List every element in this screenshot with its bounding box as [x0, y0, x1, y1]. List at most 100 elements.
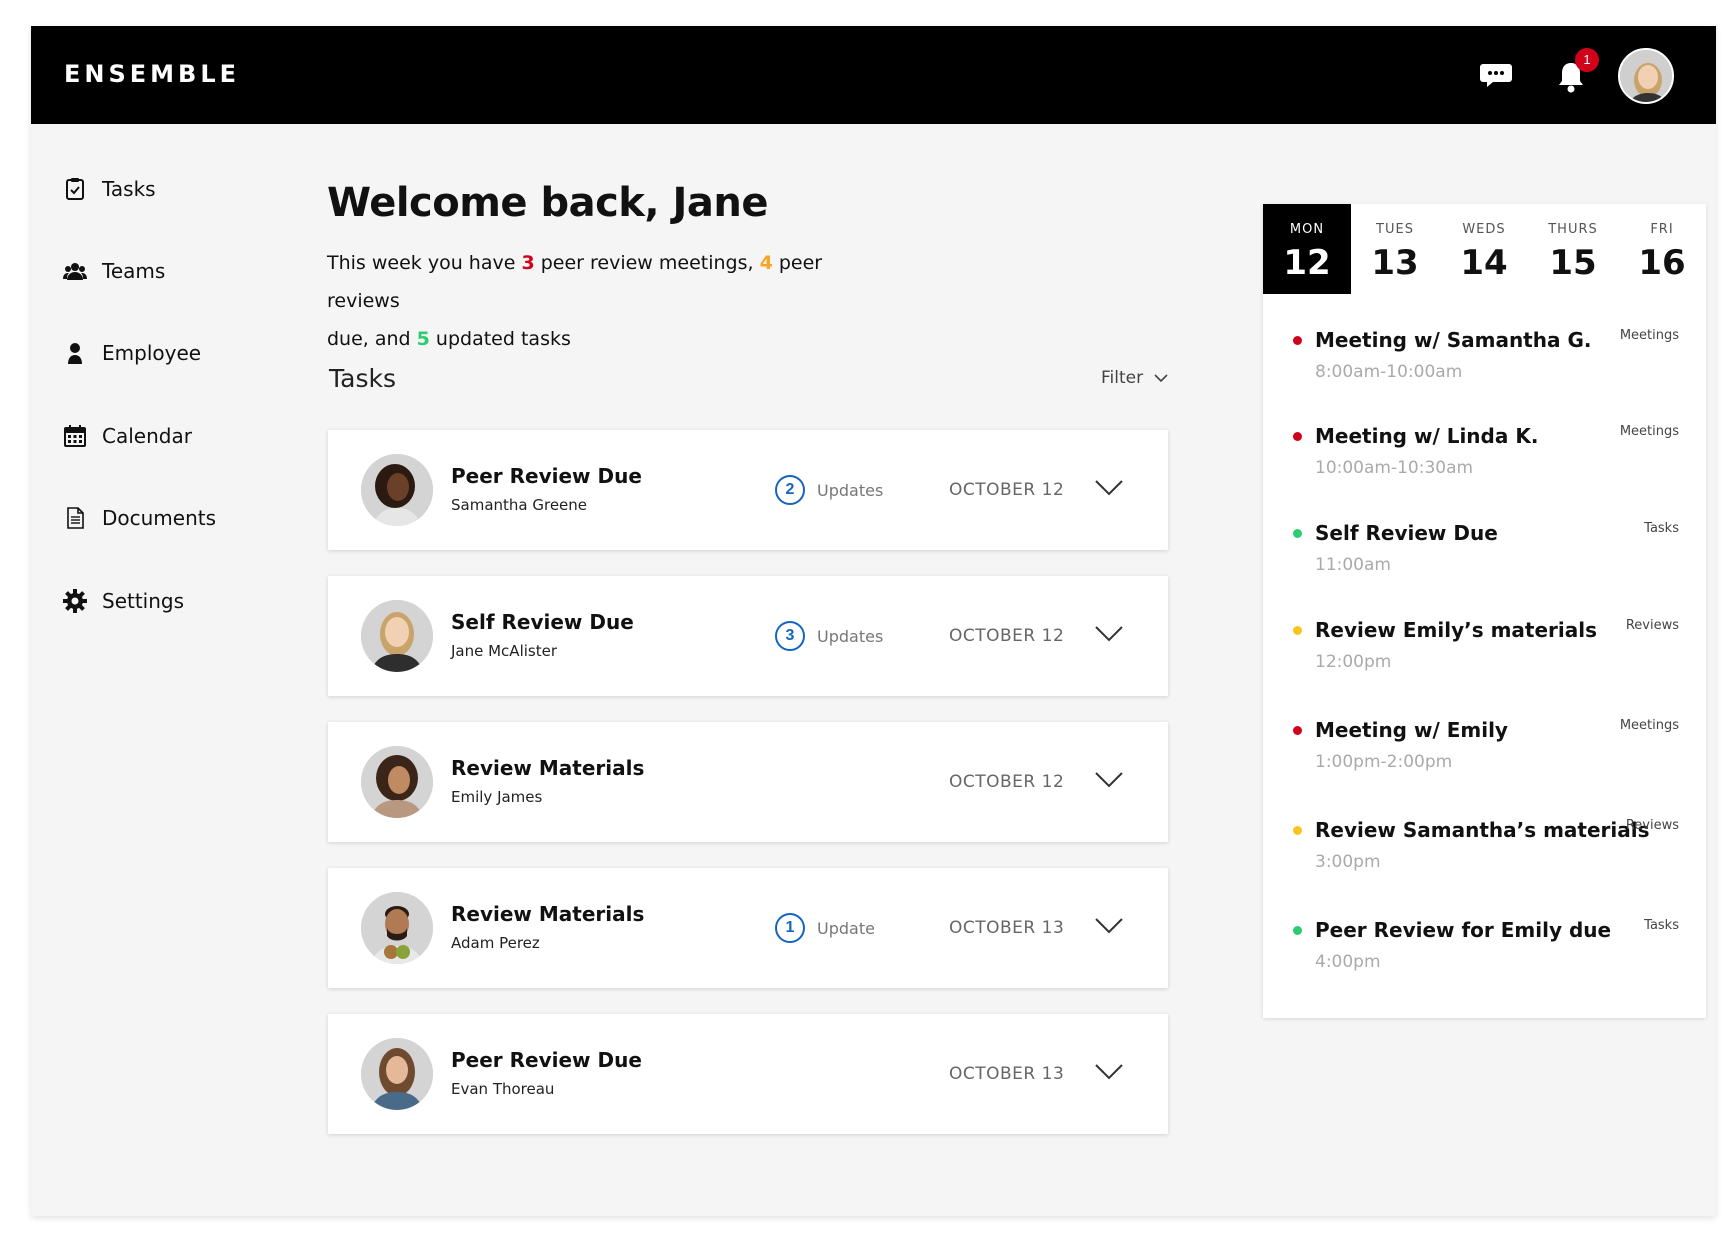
event-tag: Tasks	[1644, 521, 1679, 536]
updates-count: 2	[775, 475, 805, 505]
sidebar-item-calendar[interactable]: Calendar	[63, 420, 192, 452]
day-tab-weds[interactable]: WEDS 14	[1440, 204, 1528, 294]
event-status-dot	[1293, 726, 1302, 735]
clipboard-check-icon	[66, 178, 84, 200]
task-card[interactable]: Peer Review Due Evan Thoreau OCTOBER 13	[328, 1014, 1168, 1134]
week-calendar-panel: MON 12 TUES 13 WEDS 14 THURS 15 FRI 16 M…	[1263, 204, 1706, 1018]
updates-indicator[interactable]: 3 Updates	[775, 621, 883, 651]
day-number: 14	[1460, 243, 1508, 283]
day-name: FRI	[1650, 222, 1674, 237]
sidebar-item-employee[interactable]: Employee	[63, 337, 201, 369]
day-name: MON	[1289, 222, 1325, 237]
avatar	[361, 746, 433, 818]
event-status-dot	[1293, 432, 1302, 441]
avatar	[361, 454, 433, 526]
chevron-down-icon[interactable]	[1094, 916, 1124, 936]
calendar-event[interactable]: Review Samantha’s materials 3:00pm Revie…	[1263, 806, 1706, 886]
sidebar-item-settings[interactable]: Settings	[63, 585, 184, 617]
task-person: Evan Thoreau	[451, 1080, 555, 1098]
sidebar-item-label: Employee	[102, 341, 202, 365]
tasks-count: 5	[416, 328, 430, 350]
sidebar-item-label: Documents	[102, 506, 217, 530]
task-card[interactable]: Peer Review Due Samantha Greene 2 Update…	[328, 430, 1168, 550]
day-tab-thurs[interactable]: THURS 15	[1529, 204, 1617, 294]
filter-label: Filter	[1101, 368, 1144, 388]
calendar-event[interactable]: Meeting w/ Samantha G. 8:00am-10:00am Me…	[1263, 316, 1706, 396]
day-number: 16	[1638, 243, 1686, 283]
event-title: Meeting w/ Linda K.	[1315, 424, 1539, 448]
event-status-dot	[1293, 826, 1302, 835]
event-time: 4:00pm	[1315, 952, 1381, 972]
chevron-down-icon[interactable]	[1094, 1062, 1124, 1082]
sidebar-item-documents[interactable]: Documents	[63, 502, 216, 534]
task-date: OCTOBER 13	[949, 1064, 1065, 1084]
task-date: OCTOBER 12	[949, 626, 1065, 646]
notification-badge: 1	[1575, 48, 1599, 72]
updates-indicator[interactable]: 1 Update	[775, 913, 875, 943]
task-card[interactable]: Self Review Due Jane McAlister 3 Updates…	[328, 576, 1168, 696]
event-tag: Tasks	[1644, 918, 1679, 933]
day-name: WEDS	[1462, 222, 1506, 237]
calendar-event[interactable]: Meeting w/ Linda K. 10:00am-10:30am Meet…	[1263, 412, 1706, 492]
summary-text: This week you have	[327, 252, 522, 274]
day-tab-mon[interactable]: MON 12	[1263, 204, 1351, 294]
event-status-dot	[1293, 926, 1302, 935]
event-tag: Meetings	[1619, 328, 1679, 343]
calendar-event[interactable]: Meeting w/ Emily 1:00pm-2:00pm Meetings	[1263, 706, 1706, 786]
sidebar-item-teams[interactable]: Teams	[63, 255, 165, 287]
summary-text: peer review meetings,	[534, 252, 760, 274]
sidebar-item-label: Tasks	[102, 177, 156, 201]
day-number: 12	[1283, 243, 1331, 283]
event-title: Meeting w/ Emily	[1315, 718, 1508, 742]
task-person: Emily James	[451, 788, 543, 806]
day-number: 13	[1371, 243, 1419, 283]
event-time: 12:00pm	[1315, 652, 1392, 672]
event-status-dot	[1293, 336, 1302, 345]
chevron-down-icon[interactable]	[1094, 624, 1124, 644]
sidebar-item-label: Calendar	[102, 424, 192, 448]
updates-label: Updates	[817, 480, 884, 500]
top-bar: ENSEMBLE 1	[31, 26, 1716, 124]
user-avatar[interactable]	[1618, 48, 1674, 104]
chevron-down-icon[interactable]	[1094, 478, 1124, 498]
updates-count: 1	[775, 913, 805, 943]
calendar-event[interactable]: Peer Review for Emily due 4:00pm Tasks	[1263, 906, 1706, 986]
chevron-down-icon	[1154, 374, 1168, 383]
page-title: Welcome back, Jane	[327, 180, 769, 226]
task-title: Review Materials	[451, 756, 645, 780]
sidebar-item-tasks[interactable]: Tasks	[63, 173, 156, 205]
sidebar-item-label: Settings	[102, 589, 185, 613]
app-window: ENSEMBLE 1 Tasks Teams Employee Calendar…	[31, 26, 1716, 1216]
event-title: Peer Review for Emily due	[1315, 918, 1612, 942]
sidebar-item-label: Teams	[102, 259, 166, 283]
event-tag: Meetings	[1619, 718, 1679, 733]
meetings-count: 3	[521, 252, 535, 274]
brand-logo[interactable]: ENSEMBLE	[64, 60, 240, 88]
calendar-event[interactable]: Review Emily’s materials 12:00pm Reviews	[1263, 606, 1706, 686]
task-title: Review Materials	[451, 902, 645, 926]
task-card[interactable]: Review Materials Emily James OCTOBER 12	[328, 722, 1168, 842]
updates-count: 3	[775, 621, 805, 651]
task-card[interactable]: Review Materials Adam Perez 1 Update OCT…	[328, 868, 1168, 988]
event-title: Self Review Due	[1315, 521, 1498, 545]
task-person: Adam Perez	[451, 934, 540, 952]
task-title: Peer Review Due	[451, 1048, 642, 1072]
event-time: 10:00am-10:30am	[1315, 458, 1474, 478]
day-tab-fri[interactable]: FRI 16	[1618, 204, 1706, 294]
event-time: 3:00pm	[1315, 852, 1381, 872]
updates-indicator[interactable]: 2 Updates	[775, 475, 883, 505]
chevron-down-icon[interactable]	[1094, 770, 1124, 790]
event-tag: Reviews	[1625, 818, 1679, 833]
tasks-heading: Tasks	[329, 364, 396, 393]
chat-icon[interactable]	[1479, 60, 1515, 90]
calendar-event[interactable]: Self Review Due 11:00am Tasks	[1263, 509, 1706, 589]
gear-icon	[63, 589, 87, 613]
day-tab-tues[interactable]: TUES 13	[1351, 204, 1439, 294]
person-icon	[68, 343, 82, 364]
day-name: TUES	[1376, 222, 1414, 237]
filter-dropdown[interactable]: Filter	[1101, 368, 1169, 388]
event-status-dot	[1293, 529, 1302, 538]
task-title: Self Review Due	[451, 610, 634, 634]
day-name: THURS	[1548, 222, 1598, 237]
summary-text: due, and	[327, 328, 417, 350]
